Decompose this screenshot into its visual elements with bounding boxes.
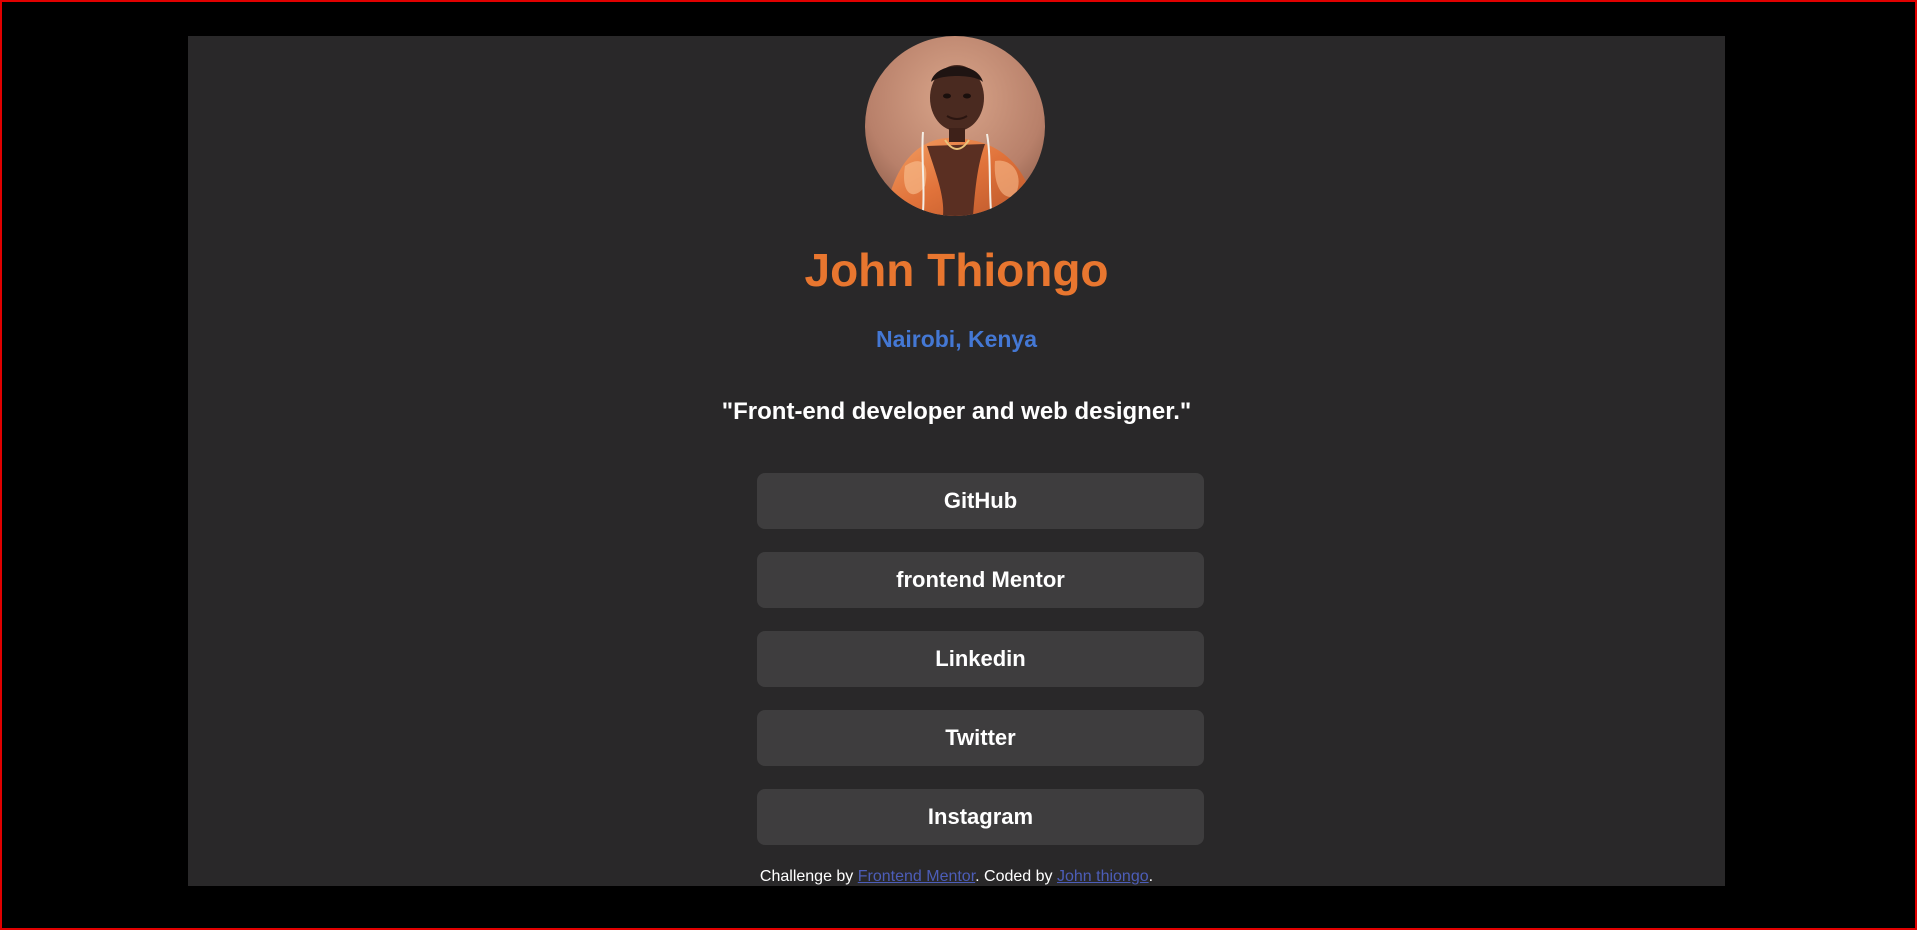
frontend-mentor-button[interactable]: frontend Mentor — [757, 552, 1204, 608]
twitter-button[interactable]: Twitter — [757, 710, 1204, 766]
avatar-photo — [865, 36, 1045, 216]
author-link[interactable]: John thiongo — [1057, 868, 1149, 885]
profile-bio: "Front-end developer and web designer." — [721, 398, 1192, 425]
instagram-button[interactable]: Instagram — [757, 789, 1204, 845]
footer-middle-text: . Coded by — [975, 868, 1057, 885]
frontend-mentor-link[interactable]: Frontend Mentor — [858, 868, 975, 885]
linkedin-button[interactable]: Linkedin — [757, 631, 1204, 687]
profile-name: John Thiongo — [804, 244, 1109, 296]
footer-prefix-text: Challenge by — [759, 868, 858, 885]
avatar — [865, 36, 1045, 216]
github-button[interactable]: GitHub — [757, 473, 1204, 529]
profile-card: John Thiongo Nairobi, Kenya "Front-end d… — [188, 36, 1725, 886]
profile-location: Nairobi, Kenya — [875, 326, 1038, 352]
footer-suffix-text: . — [1148, 868, 1154, 885]
attribution-footer: Challenge by Frontend Mentor. Coded by J… — [188, 867, 1725, 886]
